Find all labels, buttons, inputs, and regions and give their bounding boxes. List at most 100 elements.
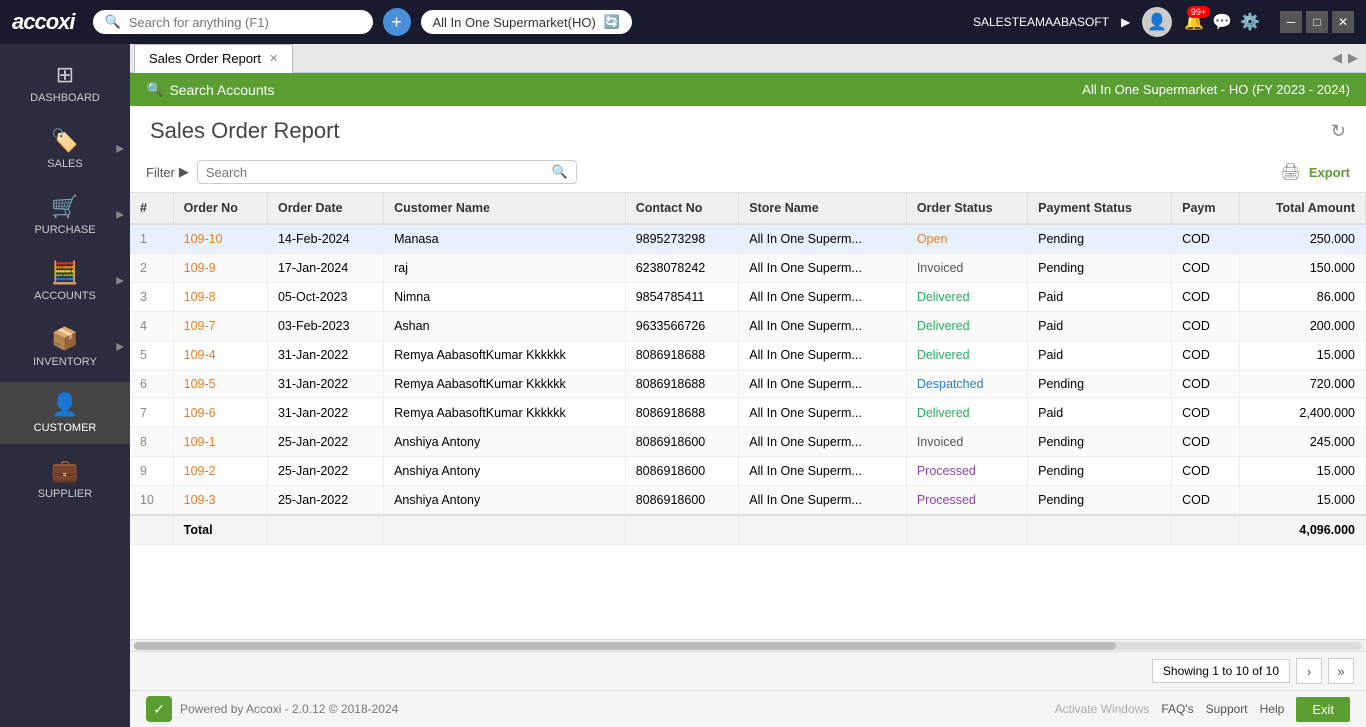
footer-bar: ✓ Powered by Accoxi - 2.0.12 © 2018-2024… xyxy=(130,690,1366,727)
search-accounts-label: Search Accounts xyxy=(169,82,274,98)
cell-order-no[interactable]: 109-5 xyxy=(173,370,267,399)
cell-paym: COD xyxy=(1172,224,1240,254)
exit-button[interactable]: Exit xyxy=(1296,697,1350,722)
cell-customer: raj xyxy=(384,254,626,283)
settings-icon[interactable]: ⚙️ xyxy=(1240,12,1260,32)
cell-num: 2 xyxy=(130,254,173,283)
table-row[interactable]: 7 109-6 31-Jan-2022 Remya AabasoftKumar … xyxy=(130,399,1366,428)
tab-nav-left-icon[interactable]: ◀ xyxy=(1332,50,1342,66)
export-label: Export xyxy=(1309,165,1350,180)
cell-contact: 9895273298 xyxy=(625,224,739,254)
table-row[interactable]: 5 109-4 31-Jan-2022 Remya AabasoftKumar … xyxy=(130,341,1366,370)
footer-empty2 xyxy=(267,515,383,545)
sidebar-item-sales[interactable]: 🏷️ SALES ▶ xyxy=(0,118,130,180)
table-wrap[interactable]: # Order No Order Date Customer Name Cont… xyxy=(130,193,1366,639)
cell-order-no[interactable]: 109-9 xyxy=(173,254,267,283)
search-icon[interactable]: 🔍 xyxy=(552,164,568,180)
activate-warning: Activate Windows xyxy=(1055,702,1150,716)
tab-nav-right-icon[interactable]: ▶ xyxy=(1348,50,1358,66)
cell-order-no[interactable]: 109-2 xyxy=(173,457,267,486)
support-link[interactable]: Support xyxy=(1206,702,1248,716)
cell-store: All In One Superm... xyxy=(739,312,907,341)
col-paym: Paym xyxy=(1172,193,1240,224)
export-button[interactable]: Export xyxy=(1309,165,1350,180)
messages-icon[interactable]: 💬 xyxy=(1212,12,1232,32)
company-selector[interactable]: All In One Supermarket(HO) 🔄 xyxy=(421,10,632,34)
chevron-right-icon: ▶ xyxy=(116,210,124,221)
cell-store: All In One Superm... xyxy=(739,341,907,370)
close-button[interactable]: ✕ xyxy=(1332,11,1354,33)
filter-button[interactable]: Filter ▶ xyxy=(146,164,189,180)
cell-num: 7 xyxy=(130,399,173,428)
cell-amount: 86.000 xyxy=(1240,283,1366,312)
cell-order-no[interactable]: 109-7 xyxy=(173,312,267,341)
col-order-no: Order No xyxy=(173,193,267,224)
search-input[interactable] xyxy=(206,165,546,180)
cell-order-date: 03-Feb-2023 xyxy=(267,312,383,341)
sidebar-item-dashboard[interactable]: ⊞ DASHBOARD xyxy=(0,52,130,114)
search-input-wrap[interactable]: 🔍 xyxy=(197,160,577,184)
next-page-button[interactable]: › xyxy=(1296,658,1322,684)
sidebar: ⊞ DASHBOARD 🏷️ SALES ▶ 🛒 PURCHASE ▶ 🧮 AC… xyxy=(0,44,130,727)
cell-order-no[interactable]: 109-10 xyxy=(173,224,267,254)
col-num: # xyxy=(130,193,173,224)
faq-link[interactable]: FAQ's xyxy=(1161,702,1193,716)
maximize-button[interactable]: □ xyxy=(1306,11,1328,33)
cell-num: 10 xyxy=(130,486,173,516)
refresh-icon[interactable]: 🔄 xyxy=(604,14,620,30)
sidebar-item-inventory[interactable]: 📦 INVENTORY ▶ xyxy=(0,316,130,378)
minimize-button[interactable]: ─ xyxy=(1280,11,1302,33)
col-total-amount: Total Amount xyxy=(1240,193,1366,224)
table-row[interactable]: 1 109-10 14-Feb-2024 Manasa 9895273298 A… xyxy=(130,224,1366,254)
sidebar-item-supplier[interactable]: 💼 SUPPLIER xyxy=(0,448,130,510)
global-search-input[interactable] xyxy=(129,15,339,30)
last-page-button[interactable]: » xyxy=(1328,658,1354,684)
table-row[interactable]: 8 109-1 25-Jan-2022 Anshiya Antony 80869… xyxy=(130,428,1366,457)
refresh-icon[interactable]: ↻ xyxy=(1331,121,1346,142)
table-row[interactable]: 3 109-8 05-Oct-2023 Nimna 9854785411 All… xyxy=(130,283,1366,312)
cell-customer: Anshiya Antony xyxy=(384,428,626,457)
table-row[interactable]: 9 109-2 25-Jan-2022 Anshiya Antony 80869… xyxy=(130,457,1366,486)
cell-paym: COD xyxy=(1172,370,1240,399)
cell-contact: 6238078242 xyxy=(625,254,739,283)
notifications-icon[interactable]: 🔔99+ xyxy=(1184,12,1204,32)
cell-paym: COD xyxy=(1172,486,1240,516)
help-link[interactable]: Help xyxy=(1260,702,1285,716)
table-row[interactable]: 10 109-3 25-Jan-2022 Anshiya Antony 8086… xyxy=(130,486,1366,516)
chevron-right-icon: ▶ xyxy=(116,144,124,155)
cell-order-no[interactable]: 109-6 xyxy=(173,399,267,428)
print-icon[interactable]: 🖨 xyxy=(1281,162,1301,182)
green-header: 🔍 Search Accounts All In One Supermarket… xyxy=(130,73,1366,106)
avatar[interactable]: 👤 xyxy=(1142,7,1172,37)
add-button[interactable]: + xyxy=(383,8,411,36)
footer-right: Activate Windows FAQ's Support Help Exit xyxy=(1055,697,1350,722)
cell-amount: 15.000 xyxy=(1240,486,1366,516)
cell-paym: COD xyxy=(1172,457,1240,486)
cell-payment-status: Paid xyxy=(1028,341,1172,370)
cell-order-no[interactable]: 109-1 xyxy=(173,428,267,457)
cell-contact: 8086918688 xyxy=(625,341,739,370)
cell-num: 8 xyxy=(130,428,173,457)
sidebar-item-purchase[interactable]: 🛒 PURCHASE ▶ xyxy=(0,184,130,246)
customer-icon: 👤 xyxy=(51,392,78,418)
table-row[interactable]: 2 109-9 17-Jan-2024 raj 6238078242 All I… xyxy=(130,254,1366,283)
cell-order-date: 05-Oct-2023 xyxy=(267,283,383,312)
sidebar-item-accounts[interactable]: 🧮 ACCOUNTS ▶ xyxy=(0,250,130,312)
search-accounts-button[interactable]: 🔍 Search Accounts xyxy=(146,81,275,98)
top-bar-right: SALESTEAMAABASOFT ▶ 👤 🔔99+ 💬 ⚙️ ─ □ ✕ xyxy=(973,7,1354,37)
cell-order-no[interactable]: 109-3 xyxy=(173,486,267,516)
cell-payment-status: Pending xyxy=(1028,370,1172,399)
cell-order-no[interactable]: 109-4 xyxy=(173,341,267,370)
cell-order-no[interactable]: 109-8 xyxy=(173,283,267,312)
tab-close-icon[interactable]: ✕ xyxy=(269,52,278,65)
inventory-icon: 📦 xyxy=(51,326,78,352)
table-row[interactable]: 6 109-5 31-Jan-2022 Remya AabasoftKumar … xyxy=(130,370,1366,399)
main-layout: ⊞ DASHBOARD 🏷️ SALES ▶ 🛒 PURCHASE ▶ 🧮 AC… xyxy=(0,44,1366,727)
company-name: All In One Supermarket(HO) xyxy=(433,15,596,30)
sidebar-item-customer[interactable]: 👤 CUSTOMER xyxy=(0,382,130,444)
horizontal-scrollbar[interactable] xyxy=(130,639,1366,651)
footer-logo: ✓ xyxy=(146,696,172,722)
global-search-bar[interactable]: 🔍 xyxy=(93,10,373,34)
table-row[interactable]: 4 109-7 03-Feb-2023 Ashan 9633566726 All… xyxy=(130,312,1366,341)
tab-sales-order-report[interactable]: Sales Order Report ✕ xyxy=(134,44,293,73)
